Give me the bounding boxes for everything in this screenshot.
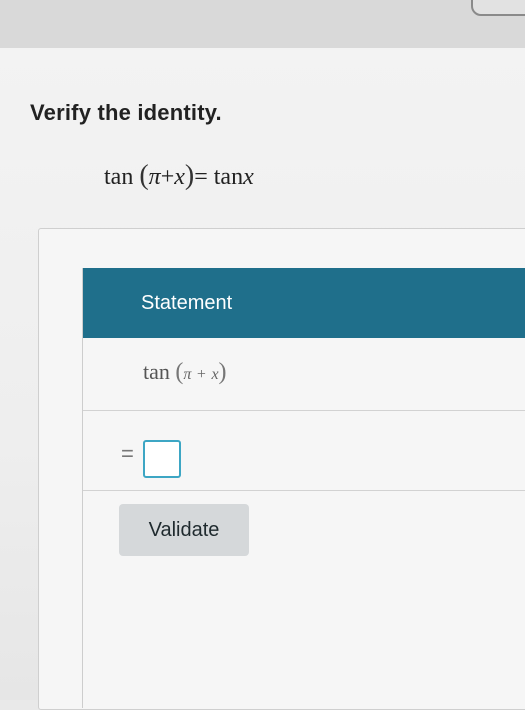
identity-equation: tan (π+x)= tanx xyxy=(104,160,254,192)
identity-rhs-var: x xyxy=(243,164,254,190)
top-corner-tab[interactable] xyxy=(471,0,525,16)
identity-lhs-arg-right: x xyxy=(174,164,185,190)
instruction-heading: Verify the identity. xyxy=(30,100,222,125)
identity-lhs-arg-left: π xyxy=(148,164,161,190)
close-paren: ) xyxy=(218,359,227,385)
identity-lhs-func: tan xyxy=(104,164,134,190)
browser-top-strip xyxy=(0,0,525,48)
statement-expression: tan (π + x) xyxy=(143,359,227,386)
statement-func: tan xyxy=(143,359,170,384)
statement-op: + xyxy=(196,366,206,383)
statement-row-2: = xyxy=(83,410,525,491)
answer-input-box[interactable] xyxy=(143,440,181,478)
equals-sign: = xyxy=(121,441,134,466)
statement-arg-left: π xyxy=(183,366,192,383)
validate-button[interactable]: Validate xyxy=(119,504,249,556)
close-paren: ) xyxy=(184,160,195,191)
identity-lhs-op: + xyxy=(160,164,175,190)
statement-column-header: Statement xyxy=(141,292,233,314)
proof-table: Statement tan (π + x) = Validate xyxy=(82,268,525,708)
statement-row-1: tan (π + x) xyxy=(83,338,525,411)
identity-equals: = xyxy=(194,164,208,190)
table-header: Statement xyxy=(83,268,525,338)
statement-arg-right: x xyxy=(211,366,219,383)
open-paren: ( xyxy=(139,160,149,191)
identity-rhs-func: tan xyxy=(213,164,244,190)
